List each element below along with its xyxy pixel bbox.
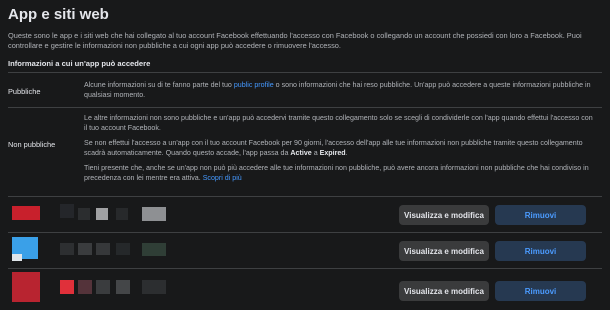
nonpublic-para-2-mid: a	[311, 148, 320, 157]
app-row: Visualizza e modifica Rimuovi	[0, 269, 610, 303]
public-profile-link[interactable]: public profile	[234, 81, 274, 89]
app-name-blurred	[116, 243, 130, 255]
learn-more-link[interactable]: Scopri di più	[203, 174, 242, 182]
nonpublic-para-2: Se non effettui l'accesso a un'app con i…	[84, 139, 594, 158]
page-title: App e siti web	[8, 6, 109, 23]
view-edit-button[interactable]: Visualizza e modifica	[399, 281, 489, 301]
nonpublic-para-3: Tieni presente che, anche se un'app non …	[84, 164, 594, 183]
app-name-blurred	[96, 243, 110, 255]
app-name-blurred	[142, 207, 166, 221]
remove-button[interactable]: Rimuovi	[495, 281, 586, 301]
app-name-blurred	[12, 254, 22, 261]
nonpublic-para-2-after: .	[345, 148, 348, 157]
section-heading: Informazioni a cui un'app può accedere	[8, 59, 151, 68]
app-name-blurred	[116, 280, 130, 294]
status-active: Active	[290, 148, 312, 157]
app-name-blurred	[78, 208, 90, 220]
divider	[8, 196, 602, 197]
view-edit-button[interactable]: Visualizza e modifica	[399, 205, 489, 225]
remove-button[interactable]: Rimuovi	[495, 241, 586, 261]
public-info-text: Alcune informazioni su di te fanno parte…	[84, 81, 594, 100]
app-name-blurred	[78, 243, 92, 255]
app-icon[interactable]	[12, 272, 40, 302]
public-info-label: Pubbliche	[8, 87, 41, 96]
divider	[8, 72, 602, 73]
app-name-blurred	[142, 280, 166, 294]
app-row: Visualizza e modifica Rimuovi	[0, 199, 610, 233]
app-name-blurred	[60, 243, 74, 255]
app-name-blurred	[116, 208, 128, 220]
app-row: Visualizza e modifica Rimuovi	[0, 233, 610, 267]
app-icon[interactable]	[12, 206, 40, 220]
nonpublic-para-1: Le altre informazioni non sono pubbliche…	[84, 114, 593, 132]
app-name-blurred	[78, 280, 92, 294]
app-name-blurred	[60, 280, 74, 294]
remove-button[interactable]: Rimuovi	[495, 205, 586, 225]
app-name-blurred	[142, 243, 166, 256]
app-name-blurred	[96, 280, 110, 294]
intro-description: Queste sono le app e i siti web che hai …	[8, 31, 582, 51]
nonpublic-para-3-before: Tieni presente che, anche se un'app non …	[84, 164, 589, 182]
app-name-blurred	[60, 204, 74, 218]
nonpublic-info-text: Le altre informazioni non sono pubbliche…	[84, 114, 594, 190]
public-info-text-before: Alcune informazioni su di te fanno parte…	[84, 81, 234, 89]
nonpublic-info-label: Non pubbliche	[8, 140, 56, 149]
app-name-blurred	[96, 208, 108, 220]
view-edit-button[interactable]: Visualizza e modifica	[399, 241, 489, 261]
status-expired: Expired	[319, 148, 346, 157]
divider	[8, 107, 602, 108]
